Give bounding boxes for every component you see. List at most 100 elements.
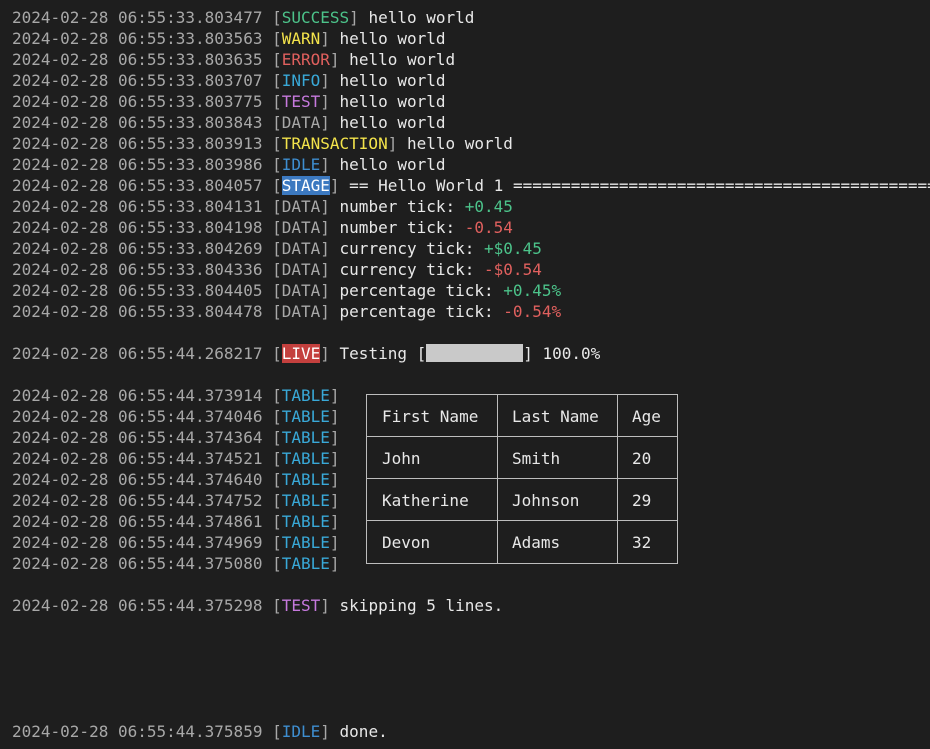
table-row-divider [367, 478, 677, 479]
tag-bracket-close: ] [329, 470, 340, 489]
log-level-tag: TABLE [281, 554, 330, 573]
log-level-tag: TEST [281, 596, 321, 615]
log-timestamp: 2024-02-28 06:55:33.803563 [12, 29, 263, 48]
tag-bracket-open: [ [272, 449, 282, 468]
table-cell: Adams [512, 533, 561, 552]
log-line: 2024-02-28 06:55:33.804269 [DATA] curren… [12, 238, 930, 259]
table-cell: Smith [512, 449, 561, 468]
log-timestamp: 2024-02-28 06:55:44.375298 [12, 596, 263, 615]
log-level-tag: TABLE [281, 407, 330, 426]
tag-bracket-open: [ [272, 155, 282, 174]
log-message: currency tick: [329, 239, 485, 258]
tag-bracket-open: [ [272, 512, 282, 531]
terminal-output[interactable]: 2024-02-28 06:55:33.803477 [ SUCCESS] hel… [0, 0, 930, 749]
log-line: 2024-02-28 06:55:33.804131 [DATA] number… [12, 196, 930, 217]
progress-percent: ] 100.0% [523, 344, 601, 363]
log-level-tag: TRANSACTION [281, 134, 388, 153]
table-header-first-name: First Name [382, 407, 479, 426]
log-level-tag: TEST [281, 92, 321, 111]
log-lines: 2024-02-28 06:55:33.803477 [ SUCCESS] hel… [12, 7, 930, 742]
log-timestamp: 2024-02-28 06:55:44.374364 [12, 428, 263, 447]
tag-bracket-close: ] [320, 260, 330, 279]
table-cell: Johnson [512, 491, 580, 510]
log-message: skipping 5 lines. [329, 596, 504, 615]
tag-bracket-open: [ [272, 71, 282, 90]
log-message: percentage tick: [329, 281, 504, 300]
log-timestamp: 2024-02-28 06:55:33.804198 [12, 218, 263, 237]
log-timestamp: 2024-02-28 06:55:33.804405 [12, 281, 263, 300]
tag-bracket-open: [ [272, 491, 282, 510]
table-row-divider [367, 436, 677, 437]
log-message: hello world [329, 113, 446, 132]
log-line: 2024-02-28 06:55:33.804198 [DATA] number… [12, 217, 930, 238]
tag-bracket-open: [ [272, 554, 282, 573]
tag-bracket-close: ] [320, 302, 330, 321]
log-level-tag: DATA [281, 218, 321, 237]
log-message: hello world [329, 155, 446, 174]
log-timestamp: 2024-02-28 06:55:33.804336 [12, 260, 263, 279]
progress-bar [426, 344, 524, 362]
tag-bracket-close: ] [320, 596, 330, 615]
log-timestamp: 2024-02-28 06:55:33.804057 [12, 176, 263, 195]
tag-bracket-open: [ [272, 260, 282, 279]
log-level-tag: INFO [281, 71, 321, 90]
data-table: First Name Last Name Age John Smith 20 K… [366, 394, 678, 564]
log-line: 2024-02-28 06:55:33.803986 [IDLE] hello … [12, 154, 930, 175]
log-level-tag: TABLE [281, 491, 330, 510]
log-level-tag: DATA [281, 197, 321, 216]
tag-bracket-open: [ [272, 302, 282, 321]
log-message: hello world [339, 50, 456, 69]
tag-bracket-close: ] [320, 29, 330, 48]
tag-bracket-close: ] [320, 722, 330, 741]
log-line: 2024-02-28 06:55:33.804478 [DATA] percen… [12, 301, 930, 322]
log-timestamp: 2024-02-28 06:55:44.373914 [12, 386, 263, 405]
table-cell: Devon [382, 533, 431, 552]
tag-bracket-open: [ [272, 407, 282, 426]
log-level-tag: TABLE [281, 533, 330, 552]
log-line: 2024-02-28 06:55:44.375298 [TEST] skippi… [12, 595, 930, 616]
tag-bracket-open: [ [272, 344, 282, 363]
log-level-tag: SUCCESS [281, 8, 350, 27]
log-message: percentage tick: [329, 302, 504, 321]
log-level-tag: IDLE [281, 155, 321, 174]
log-line: 2024-02-28 06:55:33.803843 [DATA] hello … [12, 112, 930, 133]
log-timestamp: 2024-02-28 06:55:33.803707 [12, 71, 263, 90]
log-message: == Hello World 1 =======================… [339, 176, 930, 195]
tag-bracket-close: ] [320, 71, 330, 90]
tag-bracket-close: ] [320, 344, 330, 363]
log-message: number tick: [329, 218, 465, 237]
log-timestamp: 2024-02-28 06:55:33.803843 [12, 113, 263, 132]
log-level-tag: DATA [281, 281, 321, 300]
tag-bracket-close: ] [349, 8, 359, 27]
tick-value: +$0.45 [484, 239, 542, 258]
log-level-tag: TABLE [281, 512, 330, 531]
tick-value: +0.45% [503, 281, 562, 300]
log-level-tag: DATA [281, 302, 321, 321]
log-timestamp: 2024-02-28 06:55:44.374046 [12, 407, 263, 426]
log-timestamp: 2024-02-28 06:55:33.804131 [12, 197, 263, 216]
tag-bracket-open: [ [272, 386, 282, 405]
log-line: 2024-02-28 06:55:33.804057 [STAGE] == He… [12, 175, 930, 196]
log-line: 2024-02-28 06:55:44.375859 [IDLE] done. [12, 721, 930, 742]
tag-bracket-close: ] [329, 533, 340, 552]
log-timestamp: 2024-02-28 06:55:33.803477 [12, 8, 263, 27]
tag-bracket-close: ] [320, 239, 330, 258]
log-level-tag: DATA [281, 113, 321, 132]
tag-bracket-open: [ [272, 92, 282, 111]
table-header-age: Age [632, 407, 661, 426]
log-timestamp: 2024-02-28 06:55:44.374969 [12, 533, 263, 552]
log-timestamp: 2024-02-28 06:55:44.268217 [12, 344, 263, 363]
log-line: 2024-02-28 06:55:33.804336 [DATA] curren… [12, 259, 930, 280]
tag-bracket-close: ] [320, 197, 330, 216]
tag-bracket-open: [ [272, 113, 282, 132]
log-timestamp: 2024-02-28 06:55:44.374640 [12, 470, 263, 489]
log-level-tag: DATA [281, 239, 321, 258]
tag-bracket-open: [ [272, 197, 282, 216]
log-line: 2024-02-28 06:55:33.803563 [WARN] hello … [12, 28, 930, 49]
log-message: hello world [329, 92, 446, 111]
log-timestamp: 2024-02-28 06:55:44.374752 [12, 491, 263, 510]
